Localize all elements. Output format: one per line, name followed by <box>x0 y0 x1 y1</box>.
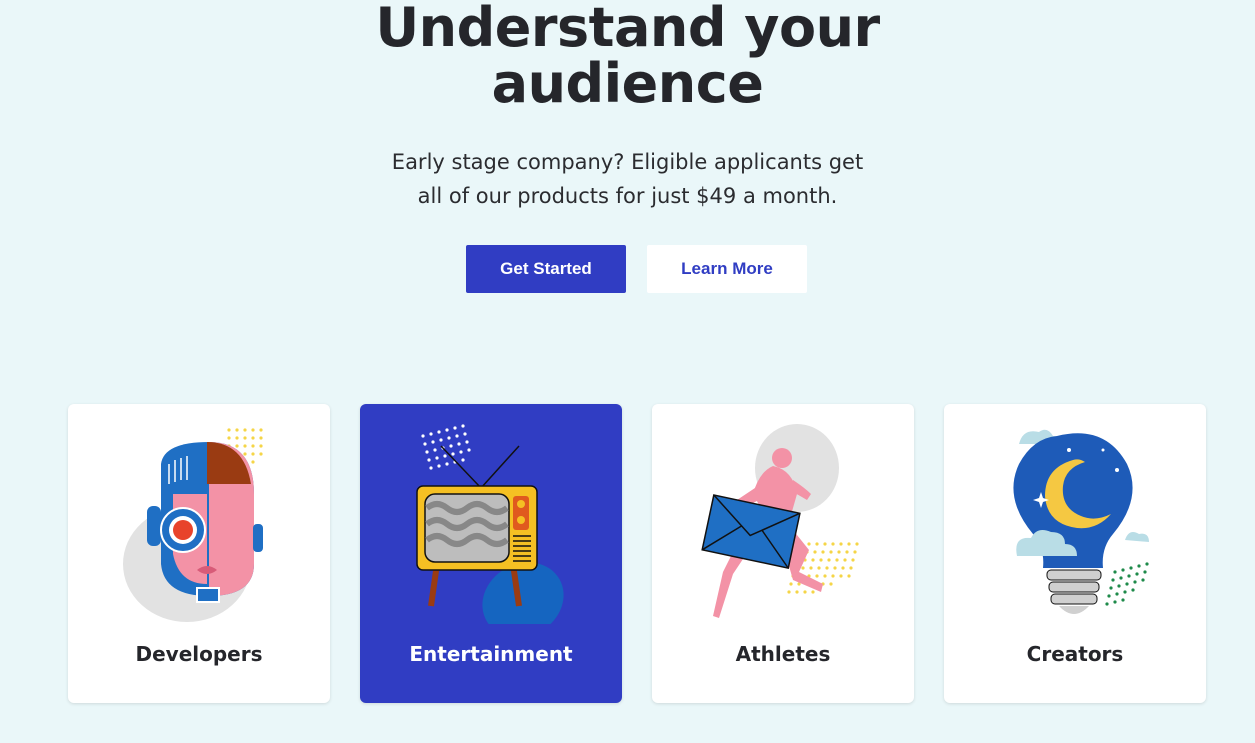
page-title: Understand your audience <box>0 0 1255 112</box>
card-entertainment[interactable]: Entertainment <box>360 404 622 703</box>
page-title-line-1: Understand your <box>375 0 880 59</box>
learn-more-button[interactable]: Learn More <box>647 245 807 293</box>
card-creators[interactable]: Creators <box>944 404 1206 703</box>
developer-robot-face-icon <box>123 428 263 622</box>
card-label: Entertainment <box>409 642 573 666</box>
hero-subtitle: Early stage company? Eligible applicants… <box>0 145 1255 213</box>
card-developers[interactable]: Developers <box>68 404 330 703</box>
page-title-line-2: audience <box>491 52 764 115</box>
card-label: Creators <box>1026 642 1124 666</box>
hero-subtitle-line-1: Early stage company? Eligible applicants… <box>391 150 864 174</box>
card-athletes[interactable]: Athletes <box>652 404 914 703</box>
hero-subtitle-line-2: all of our products for just $49 a month… <box>417 184 838 208</box>
retro-tv-icon <box>416 424 564 624</box>
running-athlete-icon <box>701 424 859 618</box>
lightbulb-moon-icon <box>1013 429 1149 614</box>
get-started-button[interactable]: Get Started <box>466 245 626 293</box>
card-label: Athletes <box>735 642 831 666</box>
card-label: Developers <box>135 642 263 666</box>
